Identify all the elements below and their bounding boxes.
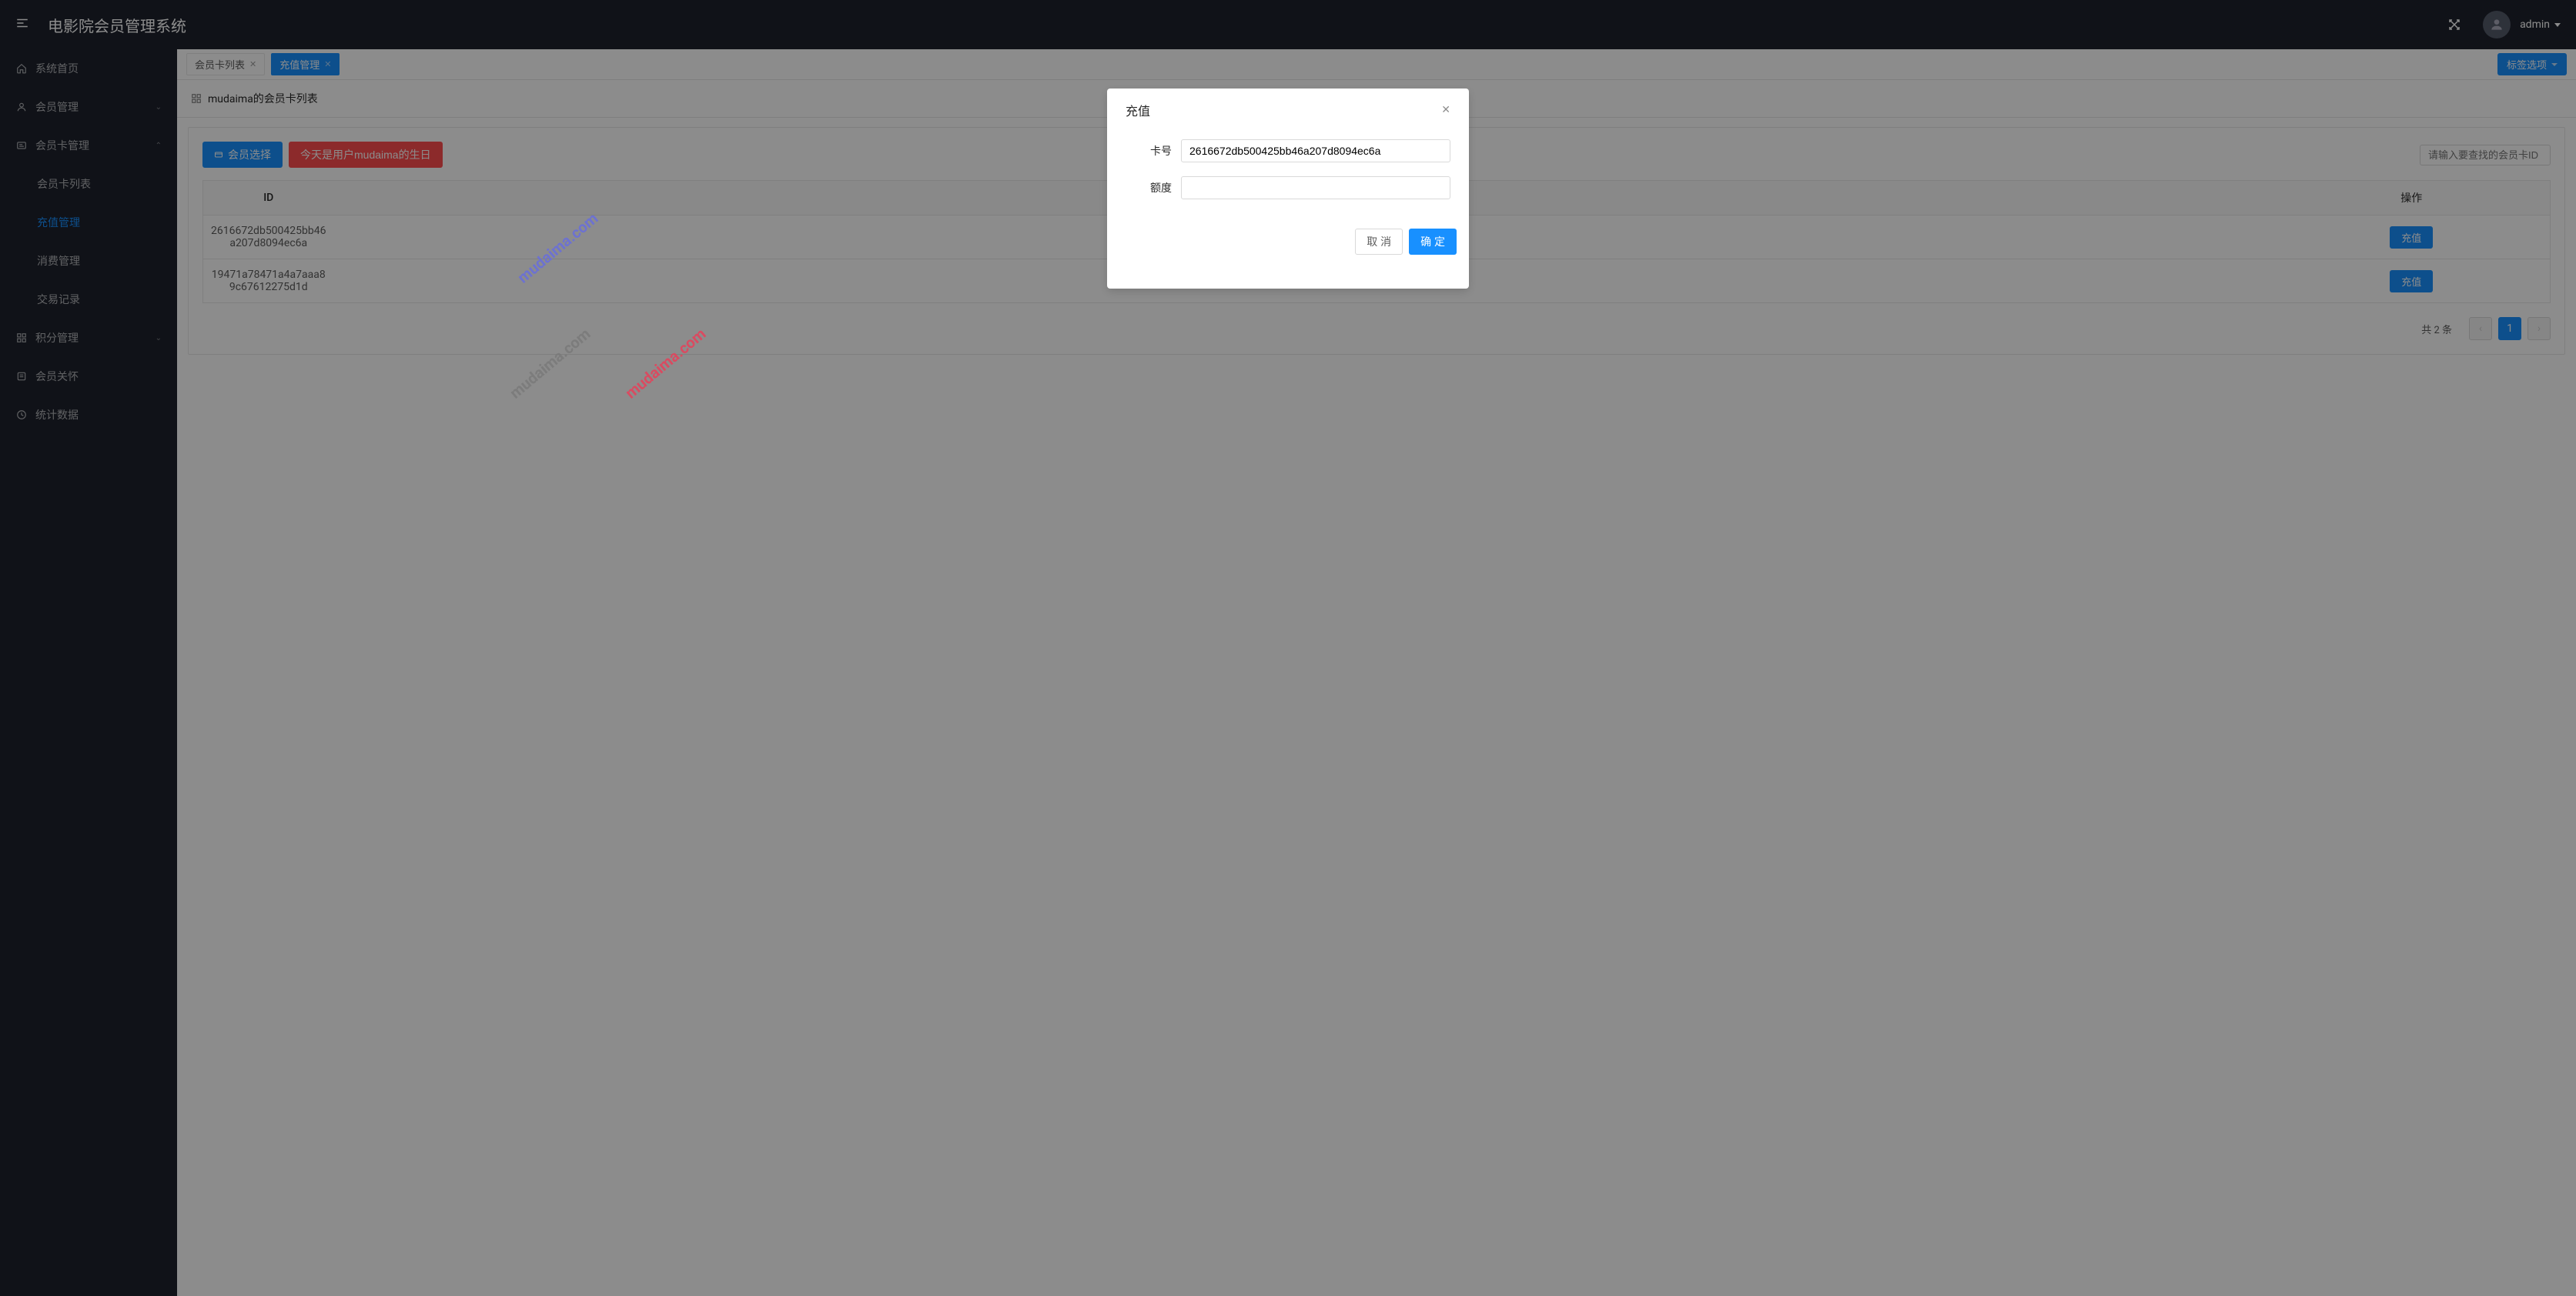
modal-body: 卡号 额度 [1107, 132, 1469, 221]
form-row-cardno: 卡号 [1126, 139, 1450, 162]
card-no-input[interactable] [1181, 139, 1450, 162]
field-label-amount: 额度 [1126, 180, 1172, 195]
modal-overlay[interactable]: 充值 ✕ 卡号 额度 取 消 确 定 [0, 0, 2576, 1296]
button-label: 取 消 [1367, 234, 1391, 249]
ok-button[interactable]: 确 定 [1409, 229, 1457, 255]
cancel-button[interactable]: 取 消 [1355, 229, 1403, 255]
amount-input[interactable] [1181, 176, 1450, 199]
modal-footer: 取 消 确 定 [1107, 221, 1469, 267]
close-icon[interactable]: ✕ [1441, 104, 1450, 116]
modal-header: 充值 ✕ [1107, 89, 1469, 132]
recharge-modal: 充值 ✕ 卡号 额度 取 消 确 定 [1107, 89, 1469, 289]
modal-title: 充值 [1126, 101, 1150, 119]
button-label: 确 定 [1420, 234, 1445, 249]
field-label-cardno: 卡号 [1126, 143, 1172, 159]
form-row-amount: 额度 [1126, 176, 1450, 199]
